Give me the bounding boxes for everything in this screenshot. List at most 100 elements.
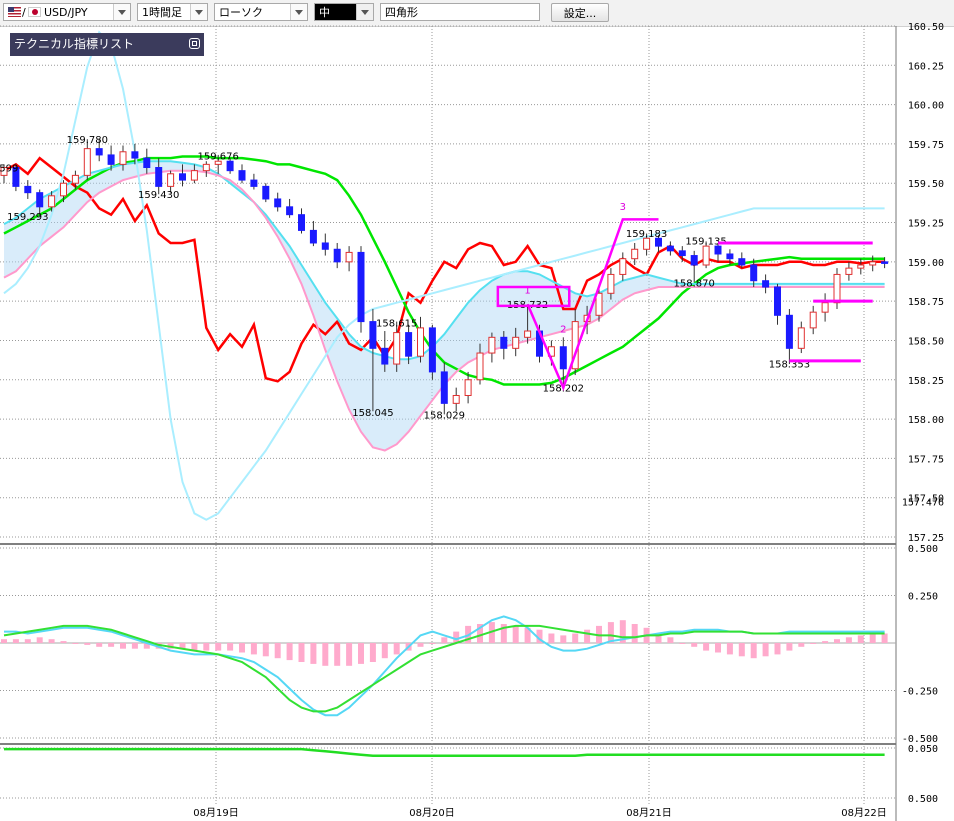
macd-bar — [548, 633, 555, 643]
candle-body — [428, 327, 436, 373]
candle-body — [226, 160, 234, 172]
candle-body — [119, 151, 127, 165]
candle-body — [797, 327, 805, 349]
price-tick-label: 160.25 — [908, 61, 944, 72]
macd-bar — [12, 639, 19, 643]
macd-bar — [786, 643, 793, 651]
candle-body — [476, 352, 484, 381]
indicator-list-panel[interactable]: テクニカル指標リスト — [10, 33, 204, 56]
candle-body — [845, 267, 853, 275]
price-annotation: 1.599 — [0, 164, 18, 175]
macd-bar — [84, 643, 91, 645]
macd-tick-label: -0.250 — [902, 687, 938, 698]
candle-body — [738, 258, 746, 266]
macd-bar — [239, 643, 245, 653]
candle-body — [95, 148, 103, 156]
candle-body — [321, 242, 329, 250]
macd-bar — [881, 633, 888, 643]
candle-body — [785, 314, 793, 349]
macd-bar — [703, 643, 710, 651]
candle-body — [464, 379, 472, 396]
candles — [0, 139, 889, 415]
macd-bar — [72, 643, 79, 644]
candle-body — [60, 182, 67, 197]
macd-bar — [108, 643, 115, 647]
price-tick-label: 158.75 — [908, 297, 944, 308]
price-tick-label: 159.75 — [908, 140, 944, 151]
date-tick-label: 08月22日 — [841, 807, 886, 819]
candle-body — [524, 330, 532, 338]
macd-bar — [131, 643, 138, 649]
macd-bar — [691, 643, 698, 647]
price-annotation: 158.870 — [674, 278, 715, 289]
wave-label: 3 — [620, 202, 626, 213]
macd-bar — [1, 639, 7, 643]
macd-bar — [750, 643, 757, 659]
macd-bar — [679, 643, 686, 644]
candle-body — [274, 198, 282, 208]
candle-body — [666, 245, 674, 252]
macd-bar — [286, 643, 293, 661]
macd-bar — [274, 643, 281, 659]
candle-body — [167, 173, 175, 187]
wave-label: 2 — [560, 325, 566, 336]
macd-bar — [393, 643, 400, 655]
price-tick-label: 157.75 — [908, 454, 944, 465]
macd-bar — [381, 643, 388, 659]
macd-bar — [667, 637, 674, 643]
candle-body — [202, 163, 210, 172]
price-annotation: 158.045 — [352, 408, 393, 419]
macd-bar — [322, 643, 329, 666]
price-annotation: 159.430 — [138, 190, 179, 201]
candle-body — [393, 332, 401, 365]
macd-bar — [798, 643, 805, 647]
macd-bar — [48, 639, 55, 643]
macd-histogram — [1, 620, 888, 666]
price-chart[interactable]: 160.50 160.25 160.00 159.75 159.50 159.25 159.… — [0, 0, 954, 821]
price-annotation: 159.293 — [7, 212, 48, 223]
candle-body — [381, 347, 389, 365]
date-tick-label: 08月20日 — [409, 807, 454, 819]
candle-body — [417, 327, 424, 357]
candle-body — [71, 174, 79, 184]
macd-tick-label: 0.250 — [908, 592, 938, 603]
candle-body — [357, 251, 365, 323]
candle-body — [83, 148, 91, 176]
restore-icon[interactable] — [189, 38, 200, 49]
candle-body — [774, 286, 781, 316]
candle-body — [821, 302, 829, 313]
candle-body — [262, 185, 270, 200]
macd-bar — [857, 635, 864, 643]
price-annotation: 159.676 — [198, 152, 239, 163]
date-tick-label: 08月19日 — [193, 807, 238, 819]
macd-bar — [441, 637, 448, 643]
price-annotation: 158.029 — [424, 411, 465, 422]
macd-bar — [36, 637, 43, 643]
candle-body — [345, 251, 353, 263]
candle-body — [619, 258, 627, 275]
candle-body — [607, 273, 615, 294]
macd-bar — [726, 643, 733, 655]
macd-bar — [346, 643, 353, 666]
price-tick-label: 157.25 — [908, 533, 944, 544]
macd-bar — [96, 643, 103, 647]
candle-body — [500, 336, 508, 349]
candle-body — [678, 250, 686, 257]
candle-body — [702, 245, 710, 266]
macd-bar — [845, 637, 852, 643]
macd-bar — [429, 643, 436, 644]
price-annotation: 159.780 — [67, 135, 108, 146]
candle-body — [869, 261, 877, 266]
indicator-list-label: テクニカル指標リスト — [14, 37, 135, 51]
sub-indicator-line — [4, 747, 885, 758]
candle-body — [726, 253, 734, 260]
macd-bar — [572, 633, 579, 643]
candle-body — [833, 273, 841, 304]
price-tick-label: 160.50 — [908, 22, 944, 33]
candle-body — [48, 195, 56, 208]
price-tick-label: 159.50 — [908, 179, 944, 190]
candle-body — [24, 185, 32, 194]
candle-body — [690, 255, 698, 266]
candle-body — [238, 170, 246, 181]
cyan-line — [3, 160, 885, 361]
